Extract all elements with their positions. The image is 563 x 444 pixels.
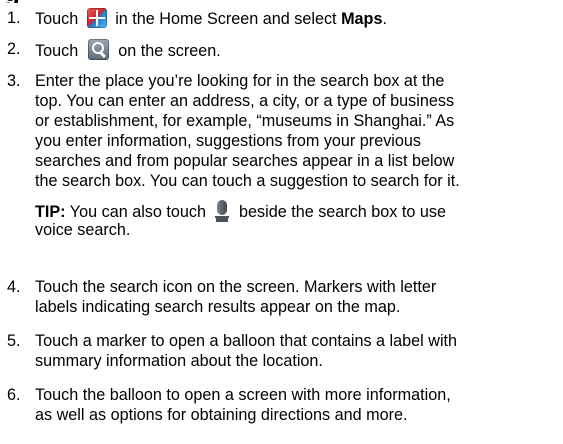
apps-grid-icon bbox=[86, 8, 107, 28]
step-line: you enter information, suggestions from … bbox=[35, 132, 421, 150]
tip-line-2: voice search. bbox=[35, 221, 131, 239]
step-number: 4. bbox=[7, 278, 21, 296]
step-line: labels indicating search results appear … bbox=[35, 298, 401, 316]
step-line: Enter the place you’re looking for in th… bbox=[35, 72, 445, 90]
step-line: as well as options for obtaining directi… bbox=[35, 406, 408, 424]
step-text-after: . bbox=[382, 10, 387, 28]
step-text: Touch the search icon on the screen. Mar… bbox=[35, 277, 559, 317]
step-number: 2. bbox=[7, 40, 21, 58]
step-number: 6. bbox=[7, 386, 21, 404]
step-line: searches and from popular searches appea… bbox=[35, 152, 455, 170]
step-line: top. You can enter an address, a city, o… bbox=[35, 92, 455, 110]
tip-text-after: beside the search box to use bbox=[234, 203, 446, 221]
step-line: Touch the balloon to open a screen with … bbox=[35, 386, 451, 404]
step-text-middle: in the Home Screen and select bbox=[110, 10, 337, 28]
step-line: or establishment, for example, “museums … bbox=[35, 112, 455, 130]
step-text-before: Touch bbox=[35, 42, 83, 60]
step-text: Touch the balloon to open a screen with … bbox=[35, 385, 559, 425]
tip-text-before: You can also touch bbox=[69, 203, 211, 221]
microphone-icon bbox=[214, 200, 229, 222]
search-icon bbox=[87, 39, 109, 60]
heading-text: g bbox=[4, 0, 120, 3]
section-heading-fragment: g bbox=[0, 0, 120, 3]
step-text-after: on the screen. bbox=[113, 42, 221, 60]
step-text: Touch on the screen. bbox=[35, 39, 559, 60]
step-line: Touch a marker to open a balloon that co… bbox=[35, 332, 458, 350]
step-text: Enter the place you’re looking for in th… bbox=[35, 71, 559, 240]
step-line: the search box. You can touch a suggesti… bbox=[35, 172, 460, 190]
document-page: g 1. Touch in the Home Screen and select… bbox=[0, 0, 563, 444]
step-line: Touch in the Home Screen and select Maps… bbox=[35, 8, 559, 28]
step-text: Touch a marker to open a balloon that co… bbox=[35, 331, 559, 371]
tip-line: TIP: You can also touch beside the searc… bbox=[35, 200, 559, 222]
step-text: Touch in the Home Screen and select Maps… bbox=[35, 8, 559, 28]
step-number: 1. bbox=[7, 9, 21, 27]
tip-label: TIP: bbox=[35, 203, 66, 221]
step-number: 3. bbox=[7, 72, 21, 90]
step-line: Touch on the screen. bbox=[35, 39, 559, 60]
step-line: summary information about the location. bbox=[35, 352, 323, 370]
maps-app-label: Maps bbox=[341, 10, 383, 28]
step-number: 5. bbox=[7, 332, 21, 350]
step-text-before: Touch bbox=[35, 10, 83, 28]
step-line: Touch the search icon on the screen. Mar… bbox=[35, 278, 437, 296]
